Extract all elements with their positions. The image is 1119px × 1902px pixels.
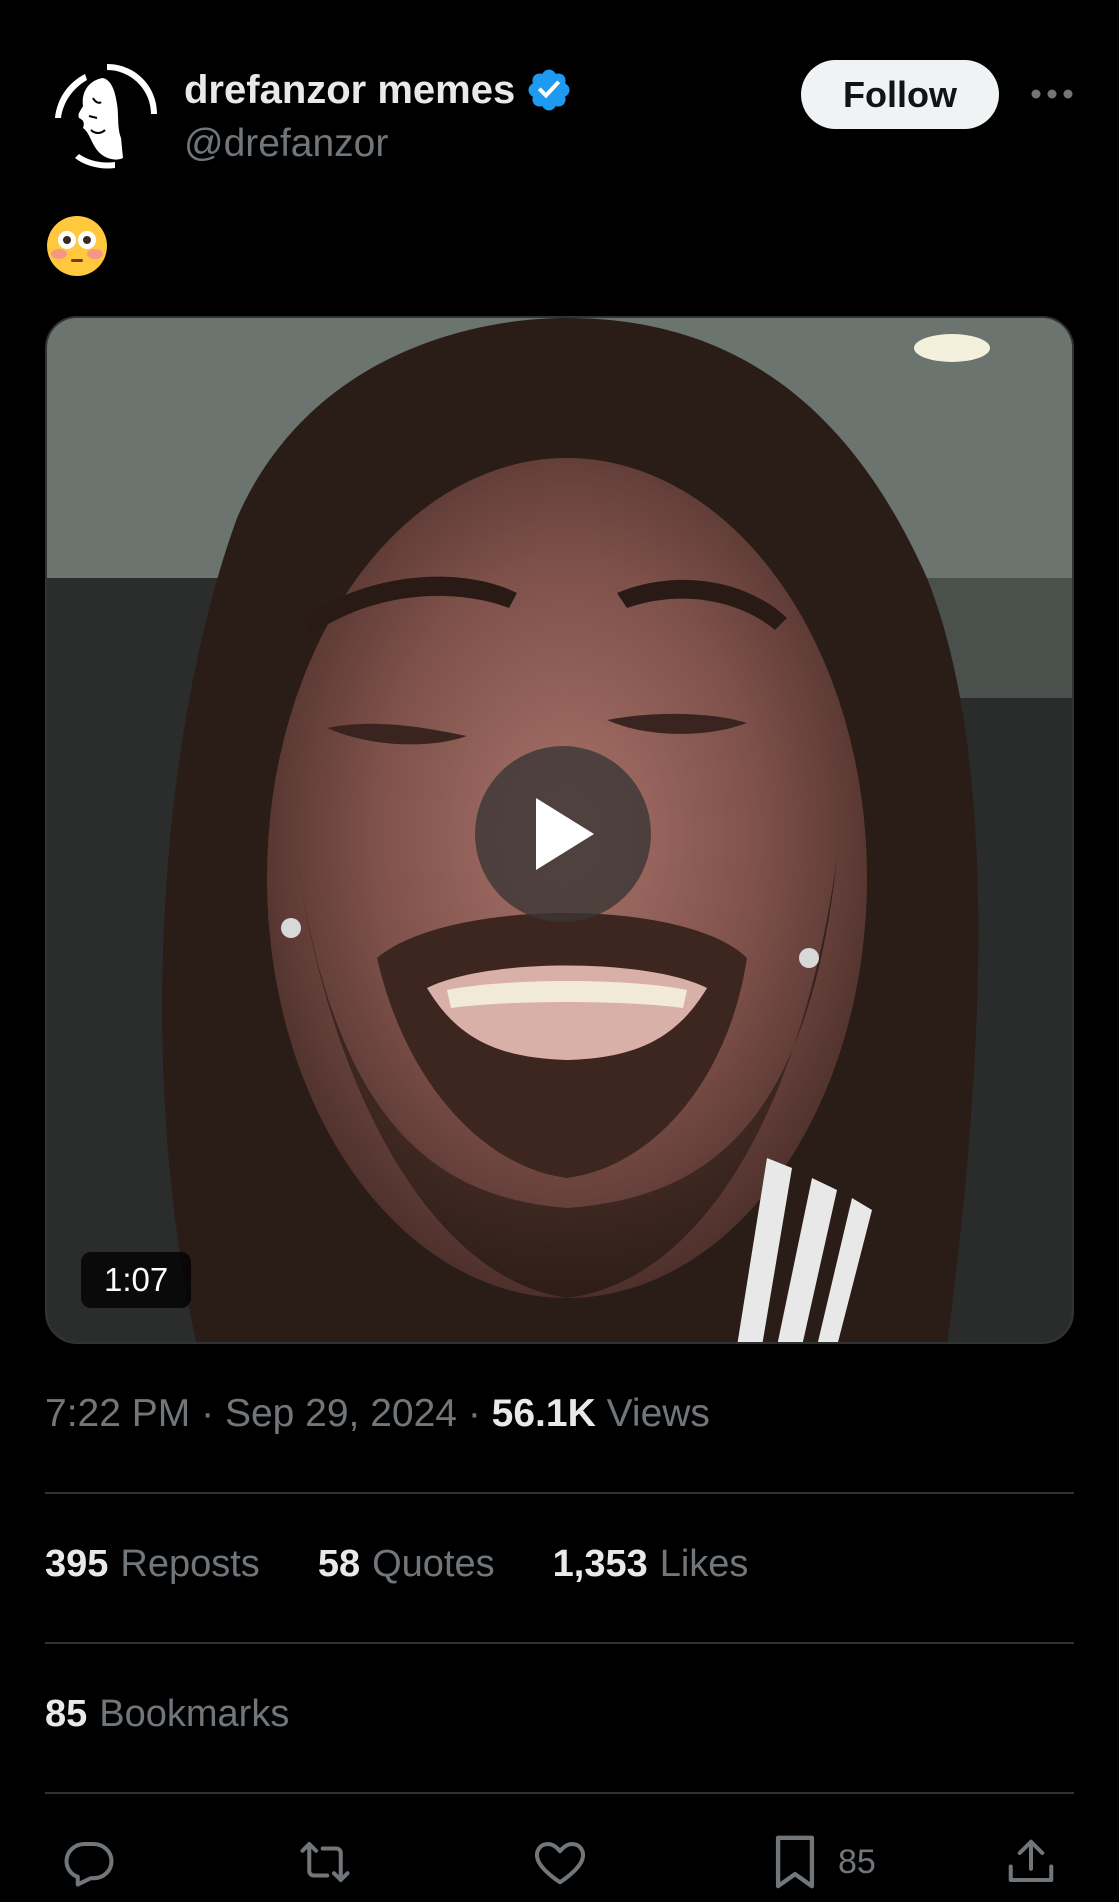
engagement-stats: 395 Reposts 58 Quotes 1,353 Likes — [45, 1543, 806, 1586]
tweet-text — [45, 214, 109, 278]
bookmark-icon — [775, 1835, 815, 1889]
reposts-stat[interactable]: 395 Reposts — [45, 1543, 260, 1586]
play-button[interactable] — [475, 746, 651, 922]
quotes-stat[interactable]: 58 Quotes — [318, 1543, 495, 1586]
tweet-date[interactable]: Sep 29, 2024 — [225, 1392, 457, 1435]
heart-icon — [534, 1841, 586, 1885]
reply-button[interactable] — [60, 1832, 118, 1892]
reposts-label: Reposts — [120, 1543, 260, 1585]
tweet-meta: 7:22 PM · Sep 29, 2024 · 56.1K Views — [45, 1392, 710, 1436]
display-name-text[interactable]: drefanzor memes — [184, 68, 515, 113]
video-player[interactable]: 1:07 — [45, 316, 1074, 1344]
reposts-count: 395 — [45, 1543, 109, 1585]
tweet-header: drefanzor memes @drefanzor Follow — [45, 58, 1075, 178]
bookmarks-label: Bookmarks — [99, 1693, 290, 1735]
like-button[interactable] — [532, 1832, 588, 1892]
bookmarks-count: 85 — [45, 1693, 88, 1735]
bookmarks-stat: 85 Bookmarks — [45, 1693, 289, 1736]
video-duration-badge: 1:07 — [81, 1252, 192, 1308]
bookmark-button[interactable]: 85 — [770, 1832, 876, 1892]
author-handle[interactable]: @drefanzor — [184, 122, 388, 166]
divider — [45, 1792, 1074, 1794]
flushed-face-emoji — [47, 216, 107, 276]
author-avatar[interactable] — [45, 58, 159, 172]
bookmark-count: 85 — [838, 1842, 876, 1881]
repost-icon — [300, 1841, 350, 1883]
share-icon — [1008, 1839, 1054, 1883]
likes-stat[interactable]: 1,353 Likes — [553, 1543, 749, 1586]
action-bar: 85 — [0, 1832, 1119, 1892]
meta-separator: · — [467, 1392, 481, 1435]
divider — [45, 1492, 1074, 1494]
tweet-time[interactable]: 7:22 PM — [45, 1392, 190, 1435]
share-button[interactable] — [1004, 1832, 1058, 1892]
reply-icon — [64, 1841, 114, 1887]
more-options-icon[interactable] — [1028, 76, 1076, 112]
verified-badge-icon[interactable] — [525, 66, 573, 114]
play-icon — [536, 798, 594, 870]
likes-label: Likes — [659, 1543, 749, 1585]
divider — [45, 1642, 1074, 1644]
views-label: Views — [606, 1392, 710, 1435]
quotes-count: 58 — [317, 1543, 361, 1585]
meta-separator: · — [201, 1392, 215, 1435]
likes-count: 1,353 — [552, 1543, 648, 1585]
views-count: 56.1K — [491, 1392, 596, 1435]
author-display-name[interactable]: drefanzor memes — [184, 66, 573, 114]
repost-button[interactable] — [295, 1832, 355, 1892]
follow-button[interactable]: Follow — [801, 60, 999, 129]
quotes-label: Quotes — [372, 1543, 495, 1585]
